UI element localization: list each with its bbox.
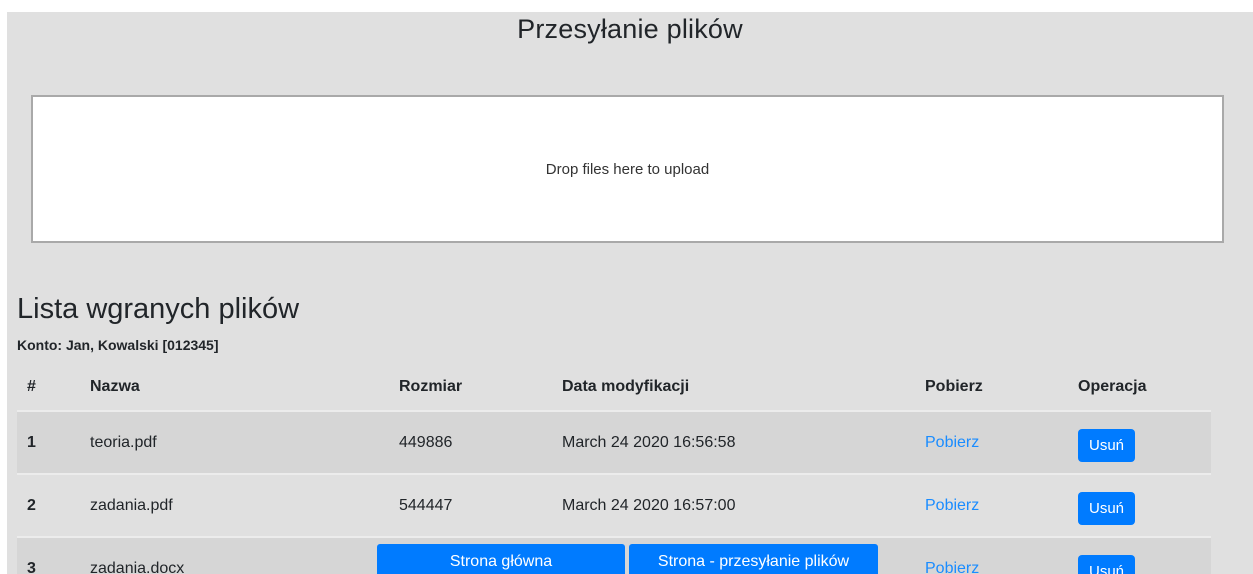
file-name: zadania.pdf: [90, 496, 173, 514]
page-title: Przesyłanie plików: [517, 14, 743, 44]
col-header-name: Nazwa: [90, 378, 140, 395]
table-row: 2 zadania.pdf 544447 March 24 2020 16:57…: [17, 473, 1211, 536]
delete-button[interactable]: Usuń: [1078, 429, 1136, 462]
row-number: 3: [27, 559, 36, 574]
col-header-date: Data modyfikacji: [562, 378, 690, 395]
file-size: 544447: [399, 496, 453, 514]
page-container: Przesyłanie plików Drop files here to up…: [7, 12, 1253, 574]
file-size: 449886: [399, 433, 453, 451]
download-link[interactable]: Pobierz: [925, 434, 979, 452]
upload-page-button[interactable]: Strona - przesyłanie plików: [629, 544, 878, 574]
file-name: zadania.docx: [90, 559, 185, 574]
dropzone-message: Drop files here to upload: [545, 160, 710, 178]
table-row: 1 teoria.pdf 449886 March 24 2020 16:56:…: [17, 410, 1211, 473]
file-name: teoria.pdf: [90, 433, 157, 451]
file-dropzone[interactable]: Drop files here to upload: [31, 95, 1224, 243]
table-header: # Nazwa Rozmiar Data modyfikacji Pobierz…: [17, 364, 1211, 410]
col-header-download: Pobierz: [925, 378, 983, 395]
col-header-num: #: [27, 378, 36, 395]
account-info: Konto: Jan, Kowalski [012345]: [17, 337, 219, 353]
col-header-size: Rozmiar: [399, 378, 463, 395]
row-number: 1: [27, 433, 36, 451]
file-list-title: Lista wgranych plików: [17, 293, 300, 325]
delete-button[interactable]: Usuń: [1078, 555, 1136, 574]
download-link[interactable]: Pobierz: [925, 560, 979, 574]
col-header-operation: Operacja: [1078, 378, 1147, 395]
files-table: # Nazwa Rozmiar Data modyfikacji Pobierz…: [17, 364, 1211, 574]
file-date: March 24 2020 16:57:00: [562, 496, 736, 514]
download-link[interactable]: Pobierz: [925, 497, 979, 515]
home-page-button[interactable]: Strona główna: [377, 544, 625, 574]
file-date: March 24 2020 16:56:58: [562, 433, 736, 451]
row-number: 2: [27, 496, 36, 514]
delete-button[interactable]: Usuń: [1078, 492, 1136, 525]
